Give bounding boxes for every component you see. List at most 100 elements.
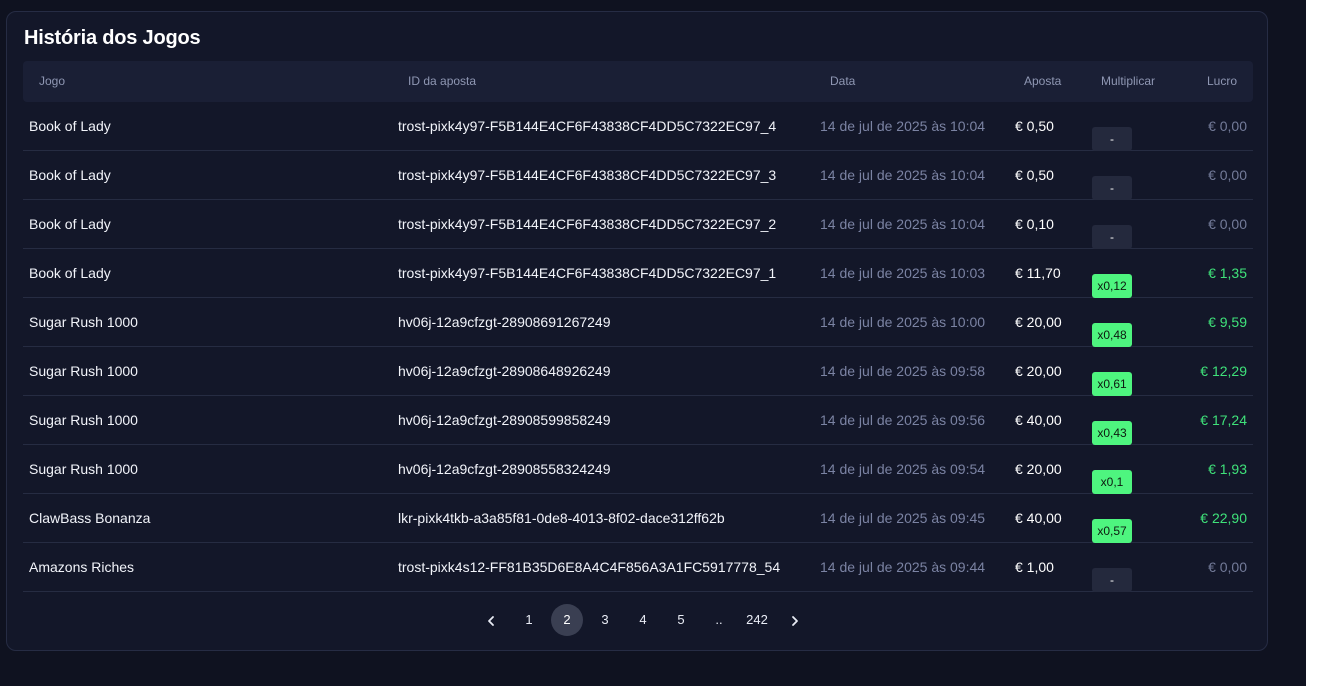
bet-date: 14 de jul de 2025 às 10:03 xyxy=(820,265,986,281)
multiplier-badge: - xyxy=(1092,127,1132,151)
bet-date: 14 de jul de 2025 às 10:04 xyxy=(820,118,986,134)
bet-date: 14 de jul de 2025 às 09:44 xyxy=(820,559,986,575)
pagination: 1 2 3 4 5.. 242 xyxy=(475,604,811,636)
bet-date: 14 de jul de 2025 às 09:45 xyxy=(820,510,986,526)
bet-id: trost-pixk4y97-F5B144E4CF6F43838CF4DD5C7… xyxy=(398,167,777,183)
bet-id: hv06j-12a9cfzgt-28908691267249 xyxy=(398,314,611,330)
table-row[interactable]: Sugar Rush 1000 hv06j-12a9cfzgt-289085998… xyxy=(23,396,1253,445)
page-edge xyxy=(1306,0,1320,686)
game-name: Sugar Rush 1000 xyxy=(29,363,138,379)
multiplier-cell: - xyxy=(1092,212,1132,249)
bet-date: 14 de jul de 2025 às 10:04 xyxy=(820,167,986,183)
multiplier-badge: x0,12 xyxy=(1092,274,1132,298)
page-button[interactable]: 3 xyxy=(589,604,621,636)
bet-id: hv06j-12a9cfzgt-28908648926249 xyxy=(398,363,611,379)
table-row[interactable]: Book of Lady trost-pixk4y97-F5B144E4CF6F4… xyxy=(23,249,1253,298)
table-body: Book of Lady trost-pixk4y97-F5B144E4CF6F4… xyxy=(23,102,1253,592)
header-bet: Aposta xyxy=(1024,74,1062,88)
table-row[interactable]: ClawBass Bonanza lkr-pixk4tkb-a3a85f81-0d… xyxy=(23,494,1253,543)
table-row[interactable]: Amazons Riches trost-pixk4s12-FF81B35D6E8… xyxy=(23,543,1253,592)
header-bet-id: ID da aposta xyxy=(408,74,477,88)
multiplier-badge: - xyxy=(1092,568,1132,592)
multiplier-cell: - xyxy=(1092,114,1132,151)
multiplier-badge: x0,61 xyxy=(1092,372,1132,396)
table-row[interactable]: Sugar Rush 1000 hv06j-12a9cfzgt-289085583… xyxy=(23,445,1253,494)
multiplier-badge: x0,57 xyxy=(1092,519,1132,543)
bet-amount: € 20,00 xyxy=(1015,363,1062,379)
game-name: ClawBass Bonanza xyxy=(29,510,151,526)
table-row[interactable]: Book of Lady trost-pixk4y97-F5B144E4CF6F4… xyxy=(23,102,1253,151)
multiplier-cell: x0,43 xyxy=(1092,408,1132,445)
game-name: Book of Lady xyxy=(29,265,111,281)
bet-id: hv06j-12a9cfzgt-28908599858249 xyxy=(398,412,611,428)
multiplier-cell: x0,1 xyxy=(1092,457,1132,494)
multiplier-cell: - xyxy=(1092,555,1132,592)
page-button[interactable]: 2 xyxy=(551,604,583,636)
profit-amount: € 12,29 xyxy=(1200,363,1247,379)
panel-title: História dos Jogos xyxy=(24,27,201,49)
profit-amount: € 0,00 xyxy=(1208,118,1247,134)
page-button[interactable]: 1 xyxy=(513,604,545,636)
profit-amount: € 17,24 xyxy=(1200,412,1247,428)
bet-id: trost-pixk4y97-F5B144E4CF6F43838CF4DD5C7… xyxy=(398,216,777,232)
bet-date: 14 de jul de 2025 às 09:54 xyxy=(820,461,986,477)
profit-amount: € 0,00 xyxy=(1208,167,1247,183)
table-header: Jogo ID da aposta Data Aposta Multiplica… xyxy=(23,61,1253,102)
bet-amount: € 40,00 xyxy=(1015,510,1062,526)
bet-amount: € 0,50 xyxy=(1015,118,1054,134)
bet-amount: € 20,00 xyxy=(1015,314,1062,330)
page-button[interactable]: 242 xyxy=(741,604,773,636)
game-history-panel: História dos Jogos Jogo ID da aposta Dat… xyxy=(6,11,1268,651)
header-profit: Lucro xyxy=(1206,74,1237,88)
game-name: Sugar Rush 1000 xyxy=(29,314,138,330)
table-row[interactable]: Sugar Rush 1000 hv06j-12a9cfzgt-289086489… xyxy=(23,347,1253,396)
table-row[interactable]: Book of Lady trost-pixk4y97-F5B144E4CF6F4… xyxy=(23,151,1253,200)
multiplier-cell: - xyxy=(1092,163,1132,200)
bet-id: trost-pixk4s12-FF81B35D6E8A4C4F856A3A1FC… xyxy=(398,559,781,575)
page-button[interactable]: 4 xyxy=(627,604,659,636)
profit-amount: € 1,93 xyxy=(1208,461,1247,477)
game-name: Book of Lady xyxy=(29,167,111,183)
bet-date: 14 de jul de 2025 às 10:00 xyxy=(820,314,986,330)
bet-date: 14 de jul de 2025 às 09:56 xyxy=(820,412,986,428)
header-multiplier: Multiplicar xyxy=(1101,74,1156,88)
bet-amount: € 0,50 xyxy=(1015,167,1054,183)
multiplier-badge: x0,43 xyxy=(1092,421,1132,445)
profit-amount: € 22,90 xyxy=(1200,510,1247,526)
profit-amount: € 9,59 xyxy=(1208,314,1247,330)
bet-date: 14 de jul de 2025 às 09:58 xyxy=(820,363,986,379)
multiplier-badge: - xyxy=(1092,176,1132,200)
page-button[interactable]: 5 xyxy=(665,604,697,636)
profit-amount: € 0,00 xyxy=(1208,216,1247,232)
header-game: Jogo xyxy=(39,74,66,88)
table-row[interactable]: Sugar Rush 1000 hv06j-12a9cfzgt-289086912… xyxy=(23,298,1253,347)
multiplier-cell: x0,12 xyxy=(1092,261,1132,298)
game-name: Book of Lady xyxy=(29,118,111,134)
bet-id: trost-pixk4y97-F5B144E4CF6F43838CF4DD5C7… xyxy=(398,265,777,281)
game-name: Sugar Rush 1000 xyxy=(29,461,138,477)
game-name: Sugar Rush 1000 xyxy=(29,412,138,428)
chevron-left-icon[interactable] xyxy=(475,604,507,636)
bet-id: trost-pixk4y97-F5B144E4CF6F43838CF4DD5C7… xyxy=(398,118,777,134)
multiplier-cell: x0,61 xyxy=(1092,359,1132,396)
bet-id: hv06j-12a9cfzgt-28908558324249 xyxy=(398,461,611,477)
table-row[interactable]: Book of Lady trost-pixk4y97-F5B144E4CF6F4… xyxy=(23,200,1253,249)
multiplier-cell: x0,57 xyxy=(1092,506,1132,543)
chevron-right-icon[interactable] xyxy=(779,604,811,636)
bet-amount: € 20,00 xyxy=(1015,461,1062,477)
multiplier-badge: x0,1 xyxy=(1092,470,1132,494)
profit-amount: € 1,35 xyxy=(1208,265,1247,281)
bet-amount: € 11,70 xyxy=(1015,265,1061,281)
header-date: Data xyxy=(830,74,856,88)
multiplier-cell: x0,48 xyxy=(1092,310,1132,347)
bet-date: 14 de jul de 2025 às 10:04 xyxy=(820,216,986,232)
bet-amount: € 1,00 xyxy=(1015,559,1054,575)
game-name: Book of Lady xyxy=(29,216,111,232)
game-name: Amazons Riches xyxy=(29,559,135,575)
bet-amount: € 40,00 xyxy=(1015,412,1062,428)
multiplier-badge: - xyxy=(1092,225,1132,249)
bet-id: lkr-pixk4tkb-a3a85f81-0de8-4013-8f02-dac… xyxy=(398,510,725,526)
multiplier-badge: x0,48 xyxy=(1092,323,1132,347)
bet-amount: € 0,10 xyxy=(1015,216,1054,232)
profit-amount: € 0,00 xyxy=(1208,559,1247,575)
